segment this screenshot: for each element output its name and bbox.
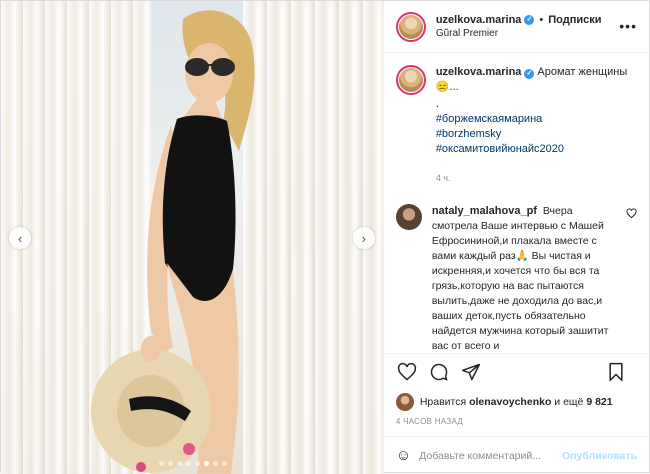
- publish-button[interactable]: Опубликовать: [562, 450, 637, 462]
- carousel-dot: [203, 461, 209, 466]
- like-comment-heart-icon[interactable]: [626, 208, 637, 222]
- post-photo[interactable]: ‹ ›: [1, 1, 383, 474]
- caption-username[interactable]: uzelkova.marina: [436, 66, 522, 78]
- hashtag-link[interactable]: #оксамитовийюнайс2020: [436, 142, 637, 157]
- post-header: uzelkova.marina ✓ • Подписки Gŭral Premi…: [383, 1, 649, 53]
- add-comment-bar: ☺ Опубликовать: [383, 436, 649, 474]
- commenter-username[interactable]: nataly_malahova_pf: [432, 205, 537, 217]
- caption-avatar[interactable]: [395, 65, 426, 95]
- post-actions: [383, 353, 649, 389]
- post-timestamp[interactable]: 4 ЧАСОВ НАЗАД: [384, 413, 649, 436]
- likes-middle: и ещё: [554, 396, 584, 408]
- share-paper-plane-icon[interactable]: [460, 361, 482, 383]
- like-heart-icon[interactable]: [396, 361, 418, 383]
- comment-bubble-icon[interactable]: [428, 361, 450, 383]
- carousel-dot: [194, 461, 200, 466]
- woman-figure: [91, 10, 255, 474]
- carousel-dots: [1, 461, 383, 466]
- emoji-smiley-icon[interactable]: ☺: [396, 447, 411, 464]
- author-username[interactable]: uzelkova.marina: [436, 13, 522, 27]
- comment-text: Вчера смотрела Ваше интервью с Машей Ефр…: [431, 205, 609, 352]
- carousel-prev-button[interactable]: ‹: [9, 227, 31, 249]
- post-side-panel: uzelkova.marina ✓ • Подписки Gŭral Premi…: [382, 1, 649, 474]
- likes-count[interactable]: 9 821: [586, 396, 612, 408]
- instagram-post: ‹ › uzelkova.marina ✓ • Подписки Gŭral P…: [0, 0, 650, 474]
- carousel-dot: [167, 461, 173, 466]
- verified-badge-icon: ✓: [524, 69, 535, 79]
- separator: •: [539, 13, 544, 26]
- likes-prefix: Нравится: [419, 396, 467, 408]
- caption-time: 4 ч.: [435, 173, 451, 183]
- comments-section: uzelkova.marina ✓ Аромат женщины😑... . #бо…: [384, 53, 649, 353]
- carousel-dot: [158, 461, 164, 466]
- following-button[interactable]: Подписки: [548, 13, 601, 27]
- more-dots-icon[interactable]: •••: [619, 18, 637, 34]
- commenter-avatar[interactable]: [395, 204, 422, 230]
- carousel-dot: [176, 461, 182, 466]
- liker-avatar[interactable]: [395, 393, 414, 411]
- carousel-dot: [185, 461, 191, 466]
- post-caption: uzelkova.marina ✓ Аромат женщины😑... . #бо…: [395, 65, 637, 186]
- hashtag-link[interactable]: #боржемскаямарина: [436, 112, 637, 127]
- hashtag-link[interactable]: #borzhemsky: [436, 127, 637, 142]
- location-link[interactable]: Gŭral Premier: [436, 27, 602, 41]
- carousel-dot: [221, 461, 227, 466]
- carousel-dot: [212, 461, 218, 466]
- caption-dot: .: [435, 98, 439, 110]
- author-avatar[interactable]: [395, 11, 426, 42]
- save-bookmark-icon[interactable]: [605, 361, 627, 383]
- verified-badge-icon: ✓: [524, 14, 535, 25]
- comment-item: nataly_malahova_pf Вчера смотрела Ваше и…: [395, 204, 637, 353]
- comment-input[interactable]: [419, 449, 563, 462]
- likes-summary: Нравится olenavoychenko и ещё 9 821: [384, 389, 649, 413]
- liker-username[interactable]: olenavoychenko: [469, 396, 551, 408]
- carousel-next-button[interactable]: ›: [352, 227, 375, 249]
